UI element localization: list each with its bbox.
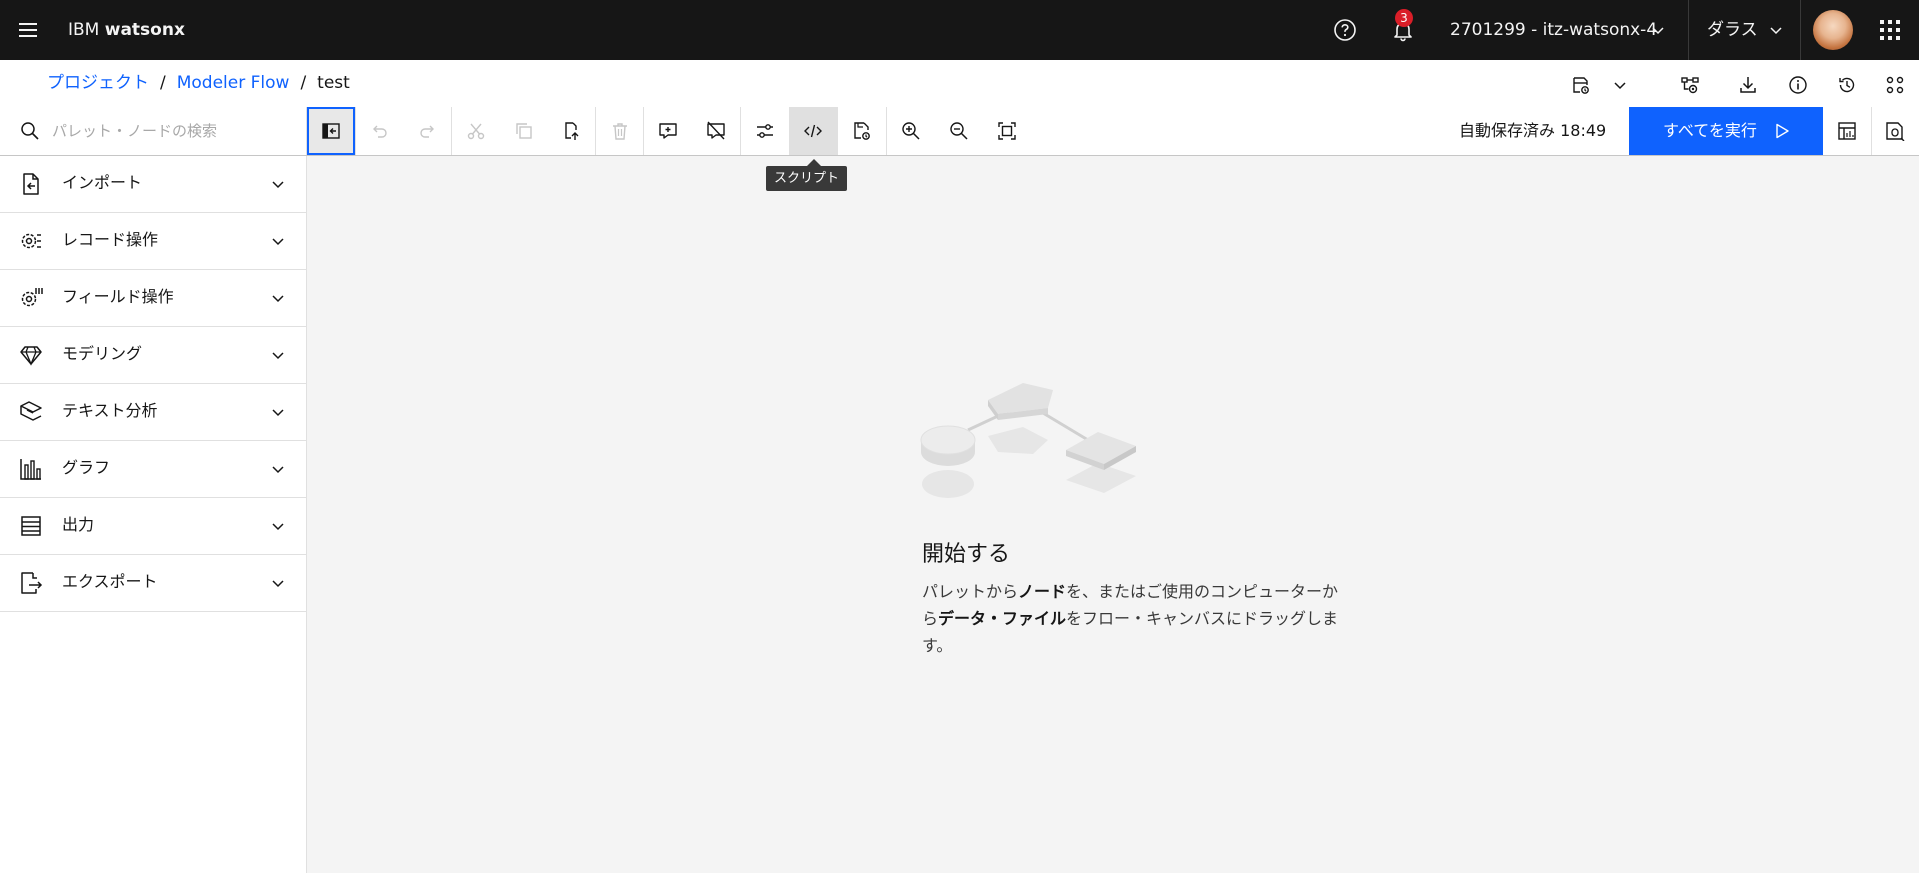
modeling-diamond-icon [19,343,43,367]
help-icon[interactable] [1325,10,1365,50]
paste-button[interactable] [547,107,595,155]
zoom-in-button[interactable] [887,107,935,155]
breadcrumb-modeler-flow-link[interactable]: Modeler Flow [177,73,290,93]
chevron-down-icon[interactable] [270,575,286,591]
empty-desc-emphasis-data-file: データ・ファイル [938,609,1067,628]
script-tooltip: スクリプト [766,166,848,191]
empty-desc-emphasis-node: ノード [1018,582,1067,601]
chevron-down-icon[interactable] [270,176,286,192]
toggle-palette-button[interactable] [307,107,355,155]
field-operations-icon [19,286,43,310]
run-all-label: すべてを実行 [1663,121,1757,140]
record-operations-icon [19,229,43,253]
breadcrumb-projects-link[interactable]: プロジェクト [47,73,149,93]
brand-logo[interactable]: IBM watsonx [68,0,185,60]
output-table-icon [19,514,43,538]
chevron-down-icon[interactable] [270,461,286,477]
zoom-out-button[interactable] [935,107,983,155]
palette-category-modeling[interactable]: モデリング [0,327,306,384]
breadcrumb-bar: プロジェクト / Modeler Flow / test [0,60,1919,108]
chevron-down-icon[interactable] [270,233,286,249]
toolbar-right-group [1823,107,1919,155]
empty-desc-text: パレットから [922,582,1019,601]
palette-category-field-ops[interactable]: フィールド操作 [0,270,306,327]
download-icon[interactable] [1731,68,1765,102]
palette-category-label: フィールド操作 [62,287,174,306]
top-header: IBM watsonx 3 2701299 - itz-watsonx-4 ダラ… [0,0,1919,60]
palette-category-output[interactable]: 出力 [0,498,306,555]
run-all-button[interactable]: すべてを実行 [1629,107,1823,155]
chevron-down-icon[interactable] [270,404,286,420]
palette-category-text-analytics[interactable]: テキスト分析 [0,384,306,441]
version-history-icon[interactable] [1830,68,1864,102]
brand-name: watsonx [104,20,185,40]
cut-button[interactable] [452,107,500,155]
redo-button[interactable] [403,107,451,155]
tooltip-caret [807,159,821,166]
canvas-toolbar: 自動保存済み 18:49 すべてを実行 [0,107,1919,156]
search-icon [20,121,40,141]
export-icon [19,571,43,595]
brand-prefix: IBM [68,20,100,40]
chevron-down-icon[interactable] [1768,22,1784,38]
palette-category-export[interactable]: エクスポート [0,555,306,612]
autosave-status: 自動保存済み 18:49 [1459,121,1607,140]
copy-button[interactable] [500,107,548,155]
palette-category-label: レコード操作 [62,230,159,249]
account-switcher[interactable]: 2701299 - itz-watsonx-4 [1450,0,1657,60]
palette-search [0,107,307,155]
flow-settings-icon[interactable] [1564,68,1598,102]
node-palette: インポート レコード操作 フィールド操作 モデリング テキスト分析 グラフ 出力… [0,156,307,873]
flow-settings-button[interactable] [741,107,789,155]
empty-state-title: 開始する [922,542,1011,567]
fit-to-screen-button[interactable] [983,107,1031,155]
palette-category-graphs[interactable]: グラフ [0,441,306,498]
save-version-button[interactable] [838,107,886,155]
user-avatar[interactable] [1813,10,1853,50]
hide-comments-button[interactable] [692,107,740,155]
empty-state-description: パレットからノードを、またはご使用のコンピューターからデータ・ファイルをフロー・… [922,578,1342,659]
flow-properties-icon[interactable] [1878,68,1912,102]
region-switcher[interactable]: ダラス [1707,0,1758,60]
palette-category-record-ops[interactable]: レコード操作 [0,213,306,270]
app-switcher-icon[interactable] [1870,10,1910,50]
share-settings-icon[interactable] [1673,68,1707,102]
add-comment-button[interactable] [644,107,692,155]
delete-button[interactable] [596,107,644,155]
palette-category-label: エクスポート [62,572,158,591]
chevron-down-icon[interactable] [1603,68,1637,102]
information-icon[interactable] [1781,68,1815,102]
breadcrumb-separator: / [160,73,166,93]
breadcrumb-separator: / [300,73,307,93]
script-button[interactable] [789,107,837,155]
palette-category-label: インポート [62,173,143,192]
breadcrumb: プロジェクト / Modeler Flow / test [47,60,350,107]
palette-category-import[interactable]: インポート [0,156,306,213]
text-analytics-icon [19,400,43,424]
palette-category-label: グラフ [62,458,111,477]
import-icon [19,172,43,196]
header-divider [1800,0,1801,60]
palette-search-input[interactable] [52,107,292,155]
chevron-down-icon[interactable] [270,518,286,534]
chevron-down-icon[interactable] [270,290,286,306]
notifications-panel-button[interactable] [1871,107,1919,155]
outputs-panel-button[interactable] [1823,107,1871,155]
breadcrumb-current-flow: test [317,73,350,93]
chevron-down-icon[interactable] [1650,22,1666,38]
bar-chart-icon [19,457,43,481]
empty-state-illustration [918,380,1138,510]
palette-category-label: テキスト分析 [62,401,158,420]
palette-category-label: モデリング [62,344,143,363]
chevron-down-icon[interactable] [270,347,286,363]
play-icon [1774,123,1790,139]
hamburger-menu-icon[interactable] [8,10,48,50]
notification-badge: 3 [1395,9,1413,27]
palette-category-label: 出力 [62,515,95,534]
undo-button[interactable] [356,107,404,155]
header-divider [1688,0,1689,60]
